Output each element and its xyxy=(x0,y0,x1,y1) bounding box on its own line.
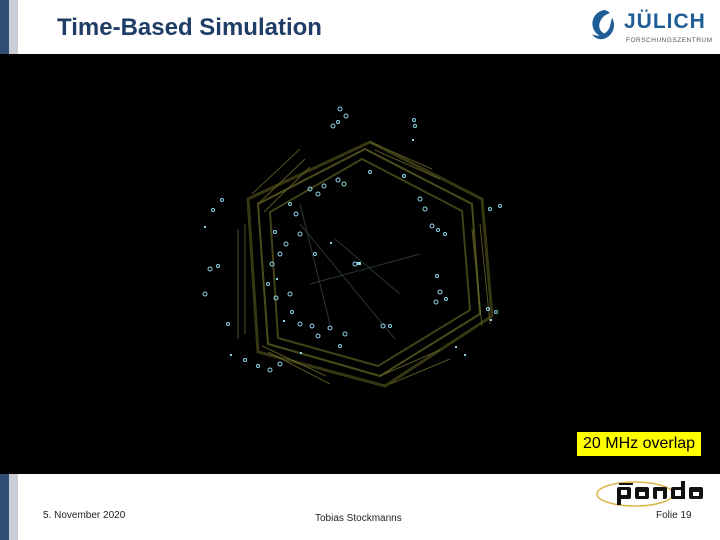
event-display: 20 MHz overlap xyxy=(0,54,720,474)
left-accent-bar-top xyxy=(0,0,9,54)
footer-page-number: Folie 19 xyxy=(656,510,692,521)
footer-author: Tobias Stockmanns xyxy=(315,513,402,524)
left-accent-bar-bottom-light xyxy=(9,474,18,540)
logo-subtitle: FORSCHUNGSZENTRUM xyxy=(626,37,713,44)
footer-date: 5. November 2020 xyxy=(43,510,126,521)
panda-logo-icon xyxy=(596,481,703,507)
slide-title: Time-Based Simulation xyxy=(57,14,322,41)
juelich-logo: JÜLICH FORSCHUNGSZENTRUM xyxy=(588,8,713,50)
logo-name: JÜLICH xyxy=(624,10,706,33)
detector-event-image xyxy=(202,106,502,388)
juelich-logo-icon xyxy=(592,10,614,40)
left-accent-bar-top-light xyxy=(9,0,18,54)
overlap-badge: 20 MHz overlap xyxy=(575,430,704,458)
left-accent-bar-bottom xyxy=(0,474,9,540)
